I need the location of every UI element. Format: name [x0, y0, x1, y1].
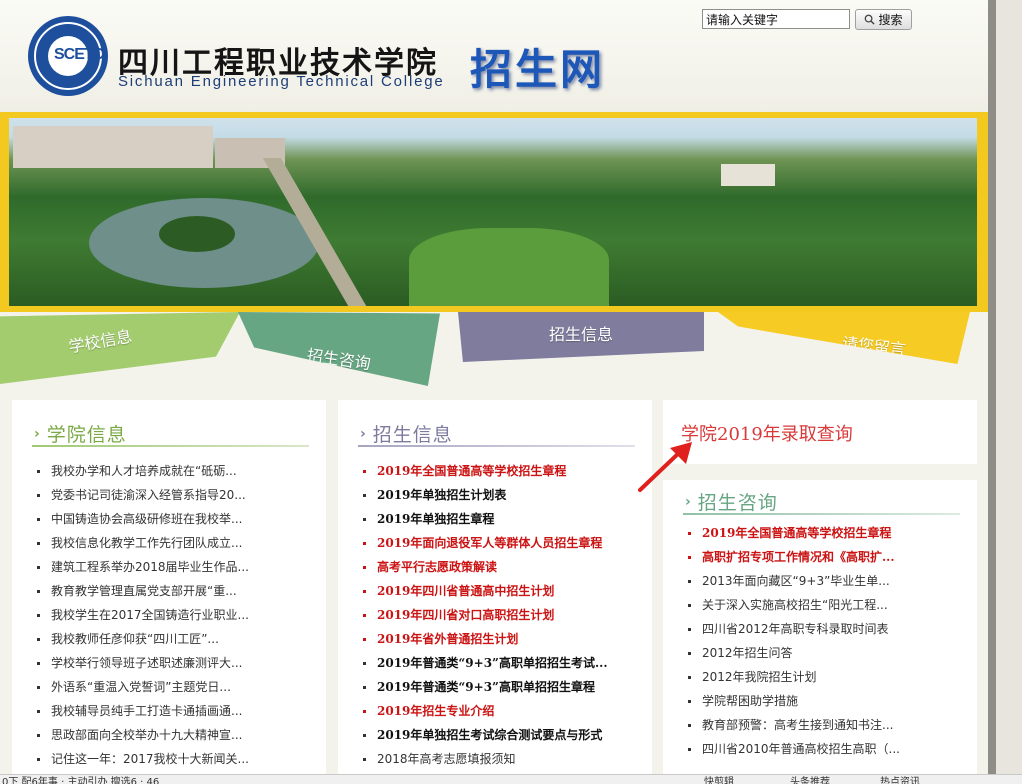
list-item[interactable]: 我校办学和人才培养成就在“砥砺... [36, 462, 312, 486]
list-item[interactable]: 2018年高考志愿填报须知 [362, 750, 638, 774]
island [159, 216, 235, 252]
seal-core: SCETC [48, 36, 104, 76]
admission-info-list: 2019年全国普通高等学校招生章程 2019年单独招生计划表 2019年单独招生章程… [362, 462, 638, 774]
list-item[interactable]: 2019年普通类“9+3”高职单招招生考试... [362, 654, 638, 678]
scrollbar-thumb[interactable] [988, 0, 996, 783]
list-item[interactable]: 四川省2012年高职专科录取时间表 [687, 620, 963, 644]
panel-title: › 招生咨询 [685, 488, 778, 515]
nav-tab-school-info[interactable]: 学校信息 [0, 312, 240, 384]
list-item[interactable]: 记住这一年：2017我校十大新闻关... [36, 750, 312, 774]
list-item[interactable]: 高考平行志愿政策解读 [362, 558, 638, 582]
building [721, 164, 775, 186]
panel-title: › 学院信息 [34, 420, 127, 447]
header: SCETC 四川工程职业技术学院 Sichuan Engineering Tec… [0, 0, 988, 112]
list-item[interactable]: 2019年全国普通高等学校招生章程 [362, 462, 638, 486]
list-item[interactable]: 建筑工程系举办2018届毕业生作品... [36, 558, 312, 582]
nav-tab-label: 招生咨询 [305, 345, 372, 374]
college-info-list: 我校办学和人才培养成就在“砥砺... 党委书记司徒渝深入经管系指导20... 中国铸… [36, 462, 312, 774]
seal-text: SCETC [54, 46, 104, 63]
list-item[interactable]: 关于深入实施高校招生“阳光工程... [687, 596, 963, 620]
list-item[interactable]: 2019年省外普通招生计划 [362, 630, 638, 654]
nav-tab-label: 学校信息 [67, 326, 134, 357]
main-nav: 学校信息 招生咨询 招生信息 请您留言 [0, 312, 988, 392]
site-name: 招生网 [470, 45, 606, 94]
list-item[interactable]: 教育教学管理直属党支部开展“重... [36, 582, 312, 606]
campus-banner [0, 112, 988, 312]
nav-tab-leave-message[interactable]: 请您留言 [718, 312, 970, 364]
divider [358, 445, 635, 447]
nav-tab-label: 请您留言 [841, 333, 907, 360]
college-seal-logo[interactable]: SCETC [28, 16, 108, 96]
list-item[interactable]: 2013年面向藏区“9+3”毕业生单... [687, 572, 963, 596]
admission-consult-list: 2019年全国普通高等学校招生章程 高职扩招专项工作情况和《高职扩... 2013年… [687, 524, 963, 764]
nav-tab-admission-consult[interactable]: 招生咨询 [238, 312, 440, 386]
search-icon [865, 14, 876, 25]
list-item[interactable]: 教育部预警：高考生接到通知书注... [687, 716, 963, 740]
list-item[interactable]: 四川省2010年普通高校招生高职（... [687, 740, 963, 764]
chevron-right-icon: › [34, 425, 41, 442]
panel-title-text: 招生信息 [372, 424, 453, 446]
search-button[interactable]: 搜索 [855, 9, 912, 30]
list-item[interactable]: 高职扩招专项工作情况和《高职扩... [687, 548, 963, 572]
result-query-link[interactable]: 学院2019年录取查询 [681, 420, 853, 446]
list-item[interactable]: 2019年单独招生计划表 [362, 486, 638, 510]
list-item[interactable]: 2012年招生问答 [687, 644, 963, 668]
list-item[interactable]: 学院帮困助学措施 [687, 692, 963, 716]
list-item[interactable]: 2019年单独招生考试综合测试要点与形式 [362, 726, 638, 750]
list-item[interactable]: 外语系“重温入党誓词”主题党日... [36, 678, 312, 702]
college-name-en: Sichuan Engineering Technical College [118, 73, 445, 90]
panel-title: › 招生信息 [360, 420, 453, 447]
search-input[interactable] [702, 9, 850, 29]
list-item[interactable]: 我校教师任彦仰获“四川工匠”... [36, 630, 312, 654]
nav-tab-admission-info[interactable]: 招生信息 [458, 312, 704, 362]
divider [683, 513, 960, 515]
admission-info-panel: › 招生信息 2019年全国普通高等学校招生章程 2019年单独招生计划表 2019… [338, 400, 652, 783]
list-item[interactable]: 2019年四川省普通高中招生计划 [362, 582, 638, 606]
list-item[interactable]: 我校辅导员纯手工打造卡通插画通... [36, 702, 312, 726]
list-item[interactable]: 2012年我院招生计划 [687, 668, 963, 692]
campus-photo [9, 118, 977, 306]
list-item[interactable]: 党委书记司徒渝深入经管系指导20... [36, 486, 312, 510]
building [13, 126, 213, 168]
college-info-panel: › 学院信息 我校办学和人才培养成就在“砥砺... 党委书记司徒渝深入经管系指导2… [12, 400, 326, 783]
list-item[interactable]: 2019年全国普通高等学校招生章程 [687, 524, 963, 548]
list-item[interactable]: 思政部面向全校举办十九大精神宣... [36, 726, 312, 750]
panel-title-text: 招生咨询 [697, 492, 778, 514]
list-item[interactable]: 中国铸造协会高级研修班在我校举... [36, 510, 312, 534]
result-query-panel: 学院2019年录取查询 [663, 400, 977, 464]
list-item[interactable]: 我校信息化教学工作先行团队成立... [36, 534, 312, 558]
page: SCETC 四川工程职业技术学院 Sichuan Engineering Tec… [0, 0, 988, 783]
panel-title-text: 学院信息 [46, 424, 127, 446]
list-item[interactable]: 2019年面向退役军人等群体人员招生章程 [362, 534, 638, 558]
lawn [409, 228, 609, 306]
admission-consult-panel: › 招生咨询 2019年全国普通高等学校招生章程 高职扩招专项工作情况和《高职扩.… [663, 480, 977, 783]
list-item[interactable]: 我校学生在2017全国铸造行业职业... [36, 606, 312, 630]
list-item[interactable]: 2019年普通类“9+3”高职单招招生章程 [362, 678, 638, 702]
list-item[interactable]: 2019年招生专业介绍 [362, 702, 638, 726]
search-button-label: 搜索 [878, 13, 903, 27]
divider [32, 445, 309, 447]
list-item[interactable]: 学校举行领导班子述职述廉测评大... [36, 654, 312, 678]
nav-tab-label: 招生信息 [548, 325, 613, 344]
list-item[interactable]: 2019年四川省对口高职招生计划 [362, 606, 638, 630]
chevron-right-icon: › [685, 493, 692, 510]
list-item[interactable]: 2019年单独招生章程 [362, 510, 638, 534]
chevron-right-icon: › [360, 425, 367, 442]
